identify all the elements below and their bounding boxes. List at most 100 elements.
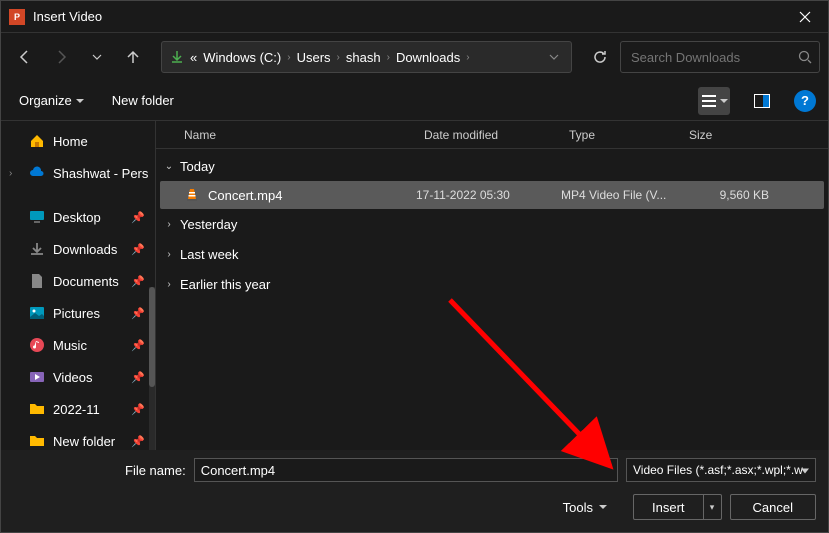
sidebar-item-label: Downloads (53, 242, 123, 257)
breadcrumb-overflow[interactable]: « (190, 50, 197, 65)
recent-dropdown[interactable] (81, 41, 113, 73)
file-size: 9,560 KB (681, 188, 781, 202)
sidebar-item-label: Music (53, 338, 123, 353)
sidebar-item-label: Pictures (53, 306, 123, 321)
close-button[interactable] (782, 1, 828, 33)
home-icon (29, 133, 45, 149)
pin-icon: 📌 (131, 403, 145, 416)
file-type: MP4 Video File (V... (561, 188, 681, 202)
file-date: 17-11-2022 05:30 (416, 188, 561, 202)
breadcrumb-downloads[interactable]: Downloads (396, 50, 460, 65)
file-name: Concert.mp4 (208, 188, 282, 203)
toolbar: Organize New folder ? (1, 81, 828, 121)
pin-icon: 📌 (131, 243, 145, 256)
pin-icon: 📌 (131, 211, 145, 224)
insert-video-dialog: P Insert Video « Windows (C:) › Users › (0, 0, 829, 533)
address-bar[interactable]: « Windows (C:) › Users › shash › Downloa… (161, 41, 572, 73)
help-button[interactable]: ? (794, 90, 816, 112)
chevron-right-icon: › (162, 219, 176, 230)
column-date[interactable]: Date modified (416, 128, 561, 142)
back-button[interactable] (9, 41, 41, 73)
scrollbar-thumb[interactable] (149, 287, 155, 387)
chevron-right-icon: › (162, 279, 176, 290)
chevron-right-icon: › (387, 52, 390, 63)
pin-icon: 📌 (131, 275, 145, 288)
powerpoint-icon: P (9, 9, 25, 25)
body: Home › Shashwat - Pers Desktop 📌 (1, 121, 828, 450)
breadcrumb-users[interactable]: Users (297, 50, 331, 65)
column-headers: Name Date modified Type Size (156, 121, 828, 149)
pictures-icon (29, 305, 45, 321)
filetype-select[interactable]: Video Files (*.asf;*.asx;*.wpl;*.w (626, 458, 816, 482)
document-icon (29, 273, 45, 289)
cloud-icon (29, 165, 45, 181)
view-list-button[interactable] (698, 87, 730, 115)
sidebar-item-documents[interactable]: Documents 📌 (1, 265, 155, 297)
titlebar: P Insert Video (1, 1, 828, 33)
sidebar-item-home[interactable]: Home (1, 125, 155, 157)
pin-icon: 📌 (131, 339, 145, 352)
file-list[interactable]: ⌄ Today Concert.mp4 17-11-2022 05:30 MP4… (156, 149, 828, 450)
desktop-icon (29, 209, 45, 225)
tools-button[interactable]: Tools (557, 496, 613, 519)
nav-bar: « Windows (C:) › Users › shash › Downloa… (1, 33, 828, 81)
filename-input[interactable] (194, 458, 618, 482)
download-icon (29, 241, 45, 257)
search-input[interactable] (620, 41, 820, 73)
pin-icon: 📌 (131, 435, 145, 448)
download-folder-icon (170, 50, 184, 64)
sidebar-item-onedrive[interactable]: › Shashwat - Pers (1, 157, 155, 189)
insert-button[interactable]: Insert (634, 495, 703, 519)
forward-button[interactable] (45, 41, 77, 73)
scrollbar[interactable] (149, 287, 155, 450)
sidebar-item-music[interactable]: Music 📌 (1, 329, 155, 361)
column-type[interactable]: Type (561, 128, 681, 142)
sidebar-item-label: 2022-11 (53, 402, 123, 417)
chevron-right-icon: › (162, 249, 176, 260)
sidebar-item-label: Desktop (53, 210, 123, 225)
folder-icon (29, 401, 45, 417)
dialog-title: Insert Video (33, 9, 782, 24)
group-today[interactable]: ⌄ Today (156, 151, 828, 181)
sidebar-item-label: Documents (53, 274, 123, 289)
column-name[interactable]: Name (156, 128, 416, 142)
sidebar-item-videos[interactable]: Videos 📌 (1, 361, 155, 393)
video-icon (29, 369, 45, 385)
footer: File name: Video Files (*.asf;*.asx;*.wp… (1, 450, 828, 532)
up-button[interactable] (117, 41, 149, 73)
group-earlier[interactable]: › Earlier this year (156, 269, 828, 299)
breadcrumb-drive[interactable]: Windows (C:) (203, 50, 281, 65)
sidebar-item-downloads[interactable]: Downloads 📌 (1, 233, 155, 265)
sidebar-item-desktop[interactable]: Desktop 📌 (1, 201, 155, 233)
chevron-down-icon: ⌄ (162, 161, 176, 172)
music-icon (29, 337, 45, 353)
insert-dropdown[interactable]: ▾ (703, 495, 721, 519)
filename-label: File name: (13, 463, 186, 478)
vlc-icon (184, 187, 200, 203)
chevron-right-icon: › (287, 52, 290, 63)
sidebar-item-label: Videos (53, 370, 123, 385)
sidebar: Home › Shashwat - Pers Desktop 📌 (1, 121, 156, 450)
sidebar-item-label: New folder (53, 434, 123, 449)
sidebar-item-folder[interactable]: New folder 📌 (1, 425, 155, 450)
new-folder-button[interactable]: New folder (106, 89, 180, 112)
column-size[interactable]: Size (681, 128, 791, 142)
sidebar-item-folder[interactable]: 2022-11 📌 (1, 393, 155, 425)
group-yesterday[interactable]: › Yesterday (156, 209, 828, 239)
chevron-right-icon: › (337, 52, 340, 63)
refresh-button[interactable] (584, 41, 616, 73)
breadcrumb-user[interactable]: shash (346, 50, 381, 65)
sidebar-item-pictures[interactable]: Pictures 📌 (1, 297, 155, 329)
folder-icon (29, 433, 45, 449)
pin-icon: 📌 (131, 307, 145, 320)
address-dropdown[interactable] (545, 52, 563, 62)
insert-split-button: Insert ▾ (633, 494, 722, 520)
organize-button[interactable]: Organize (13, 89, 90, 112)
chevron-right-icon: › (466, 52, 469, 63)
group-lastweek[interactable]: › Last week (156, 239, 828, 269)
preview-pane-button[interactable] (746, 87, 778, 115)
cancel-button[interactable]: Cancel (730, 494, 816, 520)
pin-icon: 📌 (131, 371, 145, 384)
file-row[interactable]: Concert.mp4 17-11-2022 05:30 MP4 Video F… (160, 181, 824, 209)
file-pane: Name Date modified Type Size ⌄ Today Con… (156, 121, 828, 450)
